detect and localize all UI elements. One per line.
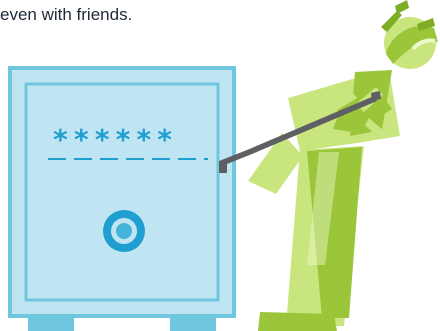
password-mask: ****** bbox=[52, 123, 178, 156]
password-safe-illustration-panel: even with friends. ****** bbox=[0, 0, 440, 331]
safe-icon bbox=[8, 66, 236, 331]
burglar-figure-icon bbox=[248, 0, 438, 331]
illustration-svg bbox=[8, 0, 438, 331]
